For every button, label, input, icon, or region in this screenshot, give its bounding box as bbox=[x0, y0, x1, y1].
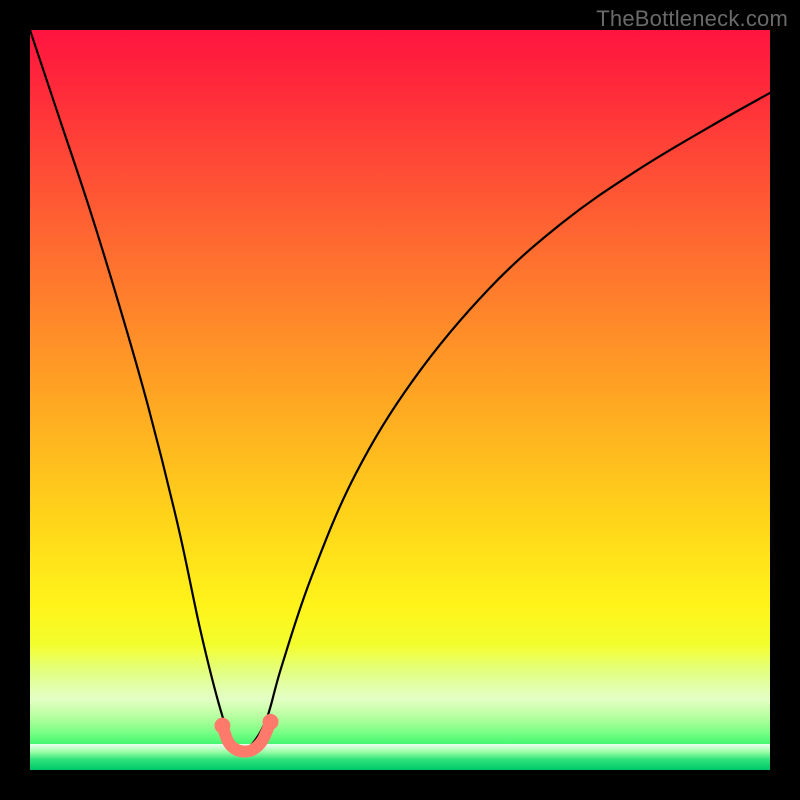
plot-area bbox=[30, 30, 770, 770]
chart-frame: TheBottleneck.com bbox=[0, 0, 800, 800]
bottom-arc-dot bbox=[263, 714, 279, 730]
bottom-arc-dot bbox=[214, 718, 230, 734]
bottleneck-curve-path bbox=[30, 30, 770, 748]
curve-svg bbox=[30, 30, 770, 770]
green-band bbox=[30, 744, 770, 770]
whiten-band bbox=[30, 644, 770, 744]
watermark-text: TheBottleneck.com bbox=[596, 6, 788, 32]
bottom-arc-dots bbox=[214, 714, 278, 734]
